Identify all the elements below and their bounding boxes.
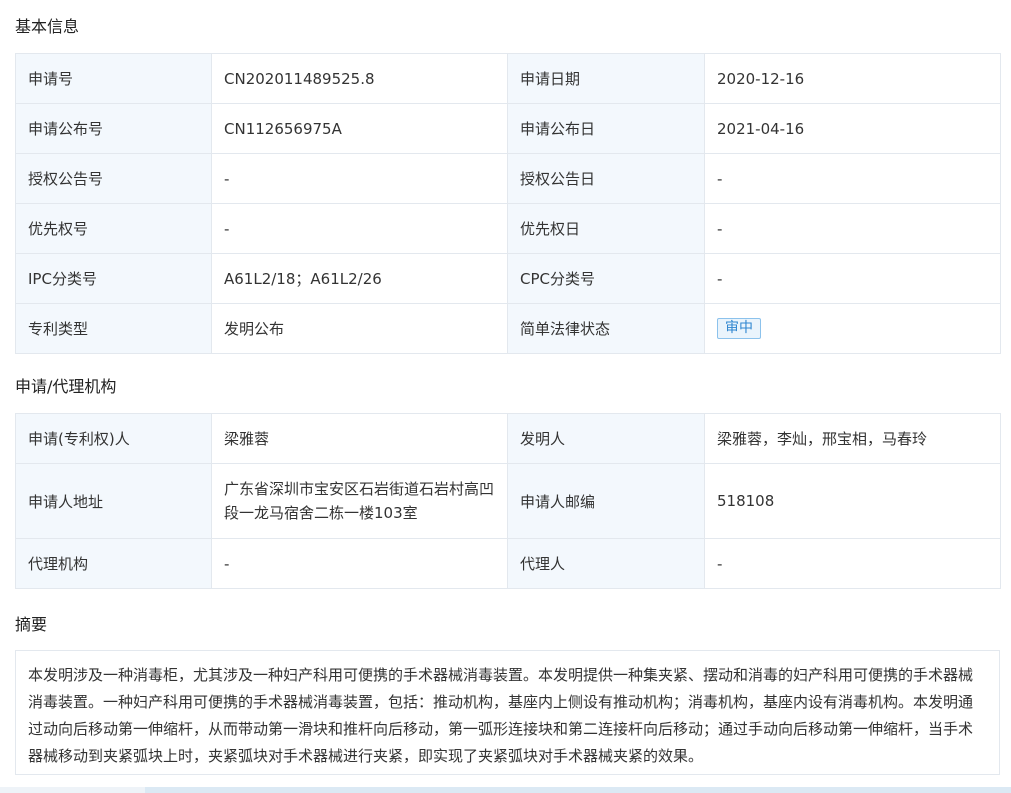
- label-inventor: 发明人: [507, 413, 705, 464]
- value-application-date: 2020-12-16: [704, 53, 1001, 104]
- bottom-scroll-strip: [0, 787, 1011, 793]
- value-application-number: CN202011489525.8: [211, 53, 508, 104]
- value-publication-date: 2021-04-16: [704, 103, 1001, 154]
- table-row: 申请号 CN202011489525.8 申请日期 2020-12-16: [15, 53, 1001, 104]
- table-row: 专利类型 发明公布 简单法律状态 审中: [15, 303, 1001, 354]
- table-row: 授权公告号 - 授权公告日 -: [15, 153, 1001, 204]
- label-application-number: 申请号: [15, 53, 212, 104]
- value-priority-number: -: [211, 203, 508, 254]
- section-title-applicant: 申请/代理机构: [15, 377, 117, 396]
- abstract-text: 本发明涉及一种消毒柜，尤其涉及一种妇产科用可便携的手术器械消毒装置。本发明提供一…: [15, 650, 1000, 775]
- label-legal-status: 简单法律状态: [507, 303, 705, 354]
- label-publication-number: 申请公布号: [15, 103, 212, 154]
- value-legal-status-cell: 审中: [704, 303, 1001, 354]
- label-agent: 代理人: [507, 538, 705, 589]
- value-patent-type: 发明公布: [211, 303, 508, 354]
- value-priority-date: -: [704, 203, 1001, 254]
- label-grant-date: 授权公告日: [507, 153, 705, 204]
- section-title-basic: 基本信息: [15, 17, 80, 36]
- value-agent: -: [704, 538, 1001, 589]
- legal-status-badge[interactable]: 审中: [717, 318, 761, 339]
- value-ipc: A61L2/18；A61L2/26: [211, 253, 508, 304]
- label-priority-date: 优先权日: [507, 203, 705, 254]
- label-application-date: 申请日期: [507, 53, 705, 104]
- label-applicant-address: 申请人地址: [15, 463, 212, 539]
- table-row: 代理机构 - 代理人 -: [15, 538, 1001, 589]
- label-grant-number: 授权公告号: [15, 153, 212, 204]
- table-row: 申请(专利权)人 梁雅蓉 发明人 梁雅蓉，李灿，邢宝相，马春玲: [15, 413, 1001, 464]
- label-cpc: CPC分类号: [507, 253, 705, 304]
- label-priority-number: 优先权号: [15, 203, 212, 254]
- table-row: 申请公布号 CN112656975A 申请公布日 2021-04-16: [15, 103, 1001, 154]
- label-ipc: IPC分类号: [15, 253, 212, 304]
- basic-info-table: 申请号 CN202011489525.8 申请日期 2020-12-16 申请公…: [15, 53, 1001, 354]
- table-row: 优先权号 - 优先权日 -: [15, 203, 1001, 254]
- label-applicant: 申请(专利权)人: [15, 413, 212, 464]
- label-patent-type: 专利类型: [15, 303, 212, 354]
- label-postcode: 申请人邮编: [507, 463, 705, 539]
- value-cpc: -: [704, 253, 1001, 304]
- value-grant-date: -: [704, 153, 1001, 204]
- value-postcode: 518108: [704, 463, 1001, 539]
- section-title-abstract: 摘要: [15, 615, 48, 634]
- value-applicant: 梁雅蓉: [211, 413, 508, 464]
- table-row: IPC分类号 A61L2/18；A61L2/26 CPC分类号 -: [15, 253, 1001, 304]
- value-inventor: 梁雅蓉，李灿，邢宝相，马春玲: [704, 413, 1001, 464]
- applicant-info-table: 申请(专利权)人 梁雅蓉 发明人 梁雅蓉，李灿，邢宝相，马春玲 申请人地址 广东…: [15, 413, 1001, 589]
- value-agency: -: [211, 538, 508, 589]
- value-grant-number: -: [211, 153, 508, 204]
- value-applicant-address: 广东省深圳市宝安区石岩街道石岩村高凹段一龙马宿舍二栋一楼103室: [211, 463, 508, 539]
- table-row: 申请人地址 广东省深圳市宝安区石岩街道石岩村高凹段一龙马宿舍二栋一楼103室 申…: [15, 463, 1001, 539]
- value-publication-number: CN112656975A: [211, 103, 508, 154]
- label-agency: 代理机构: [15, 538, 212, 589]
- label-publication-date: 申请公布日: [507, 103, 705, 154]
